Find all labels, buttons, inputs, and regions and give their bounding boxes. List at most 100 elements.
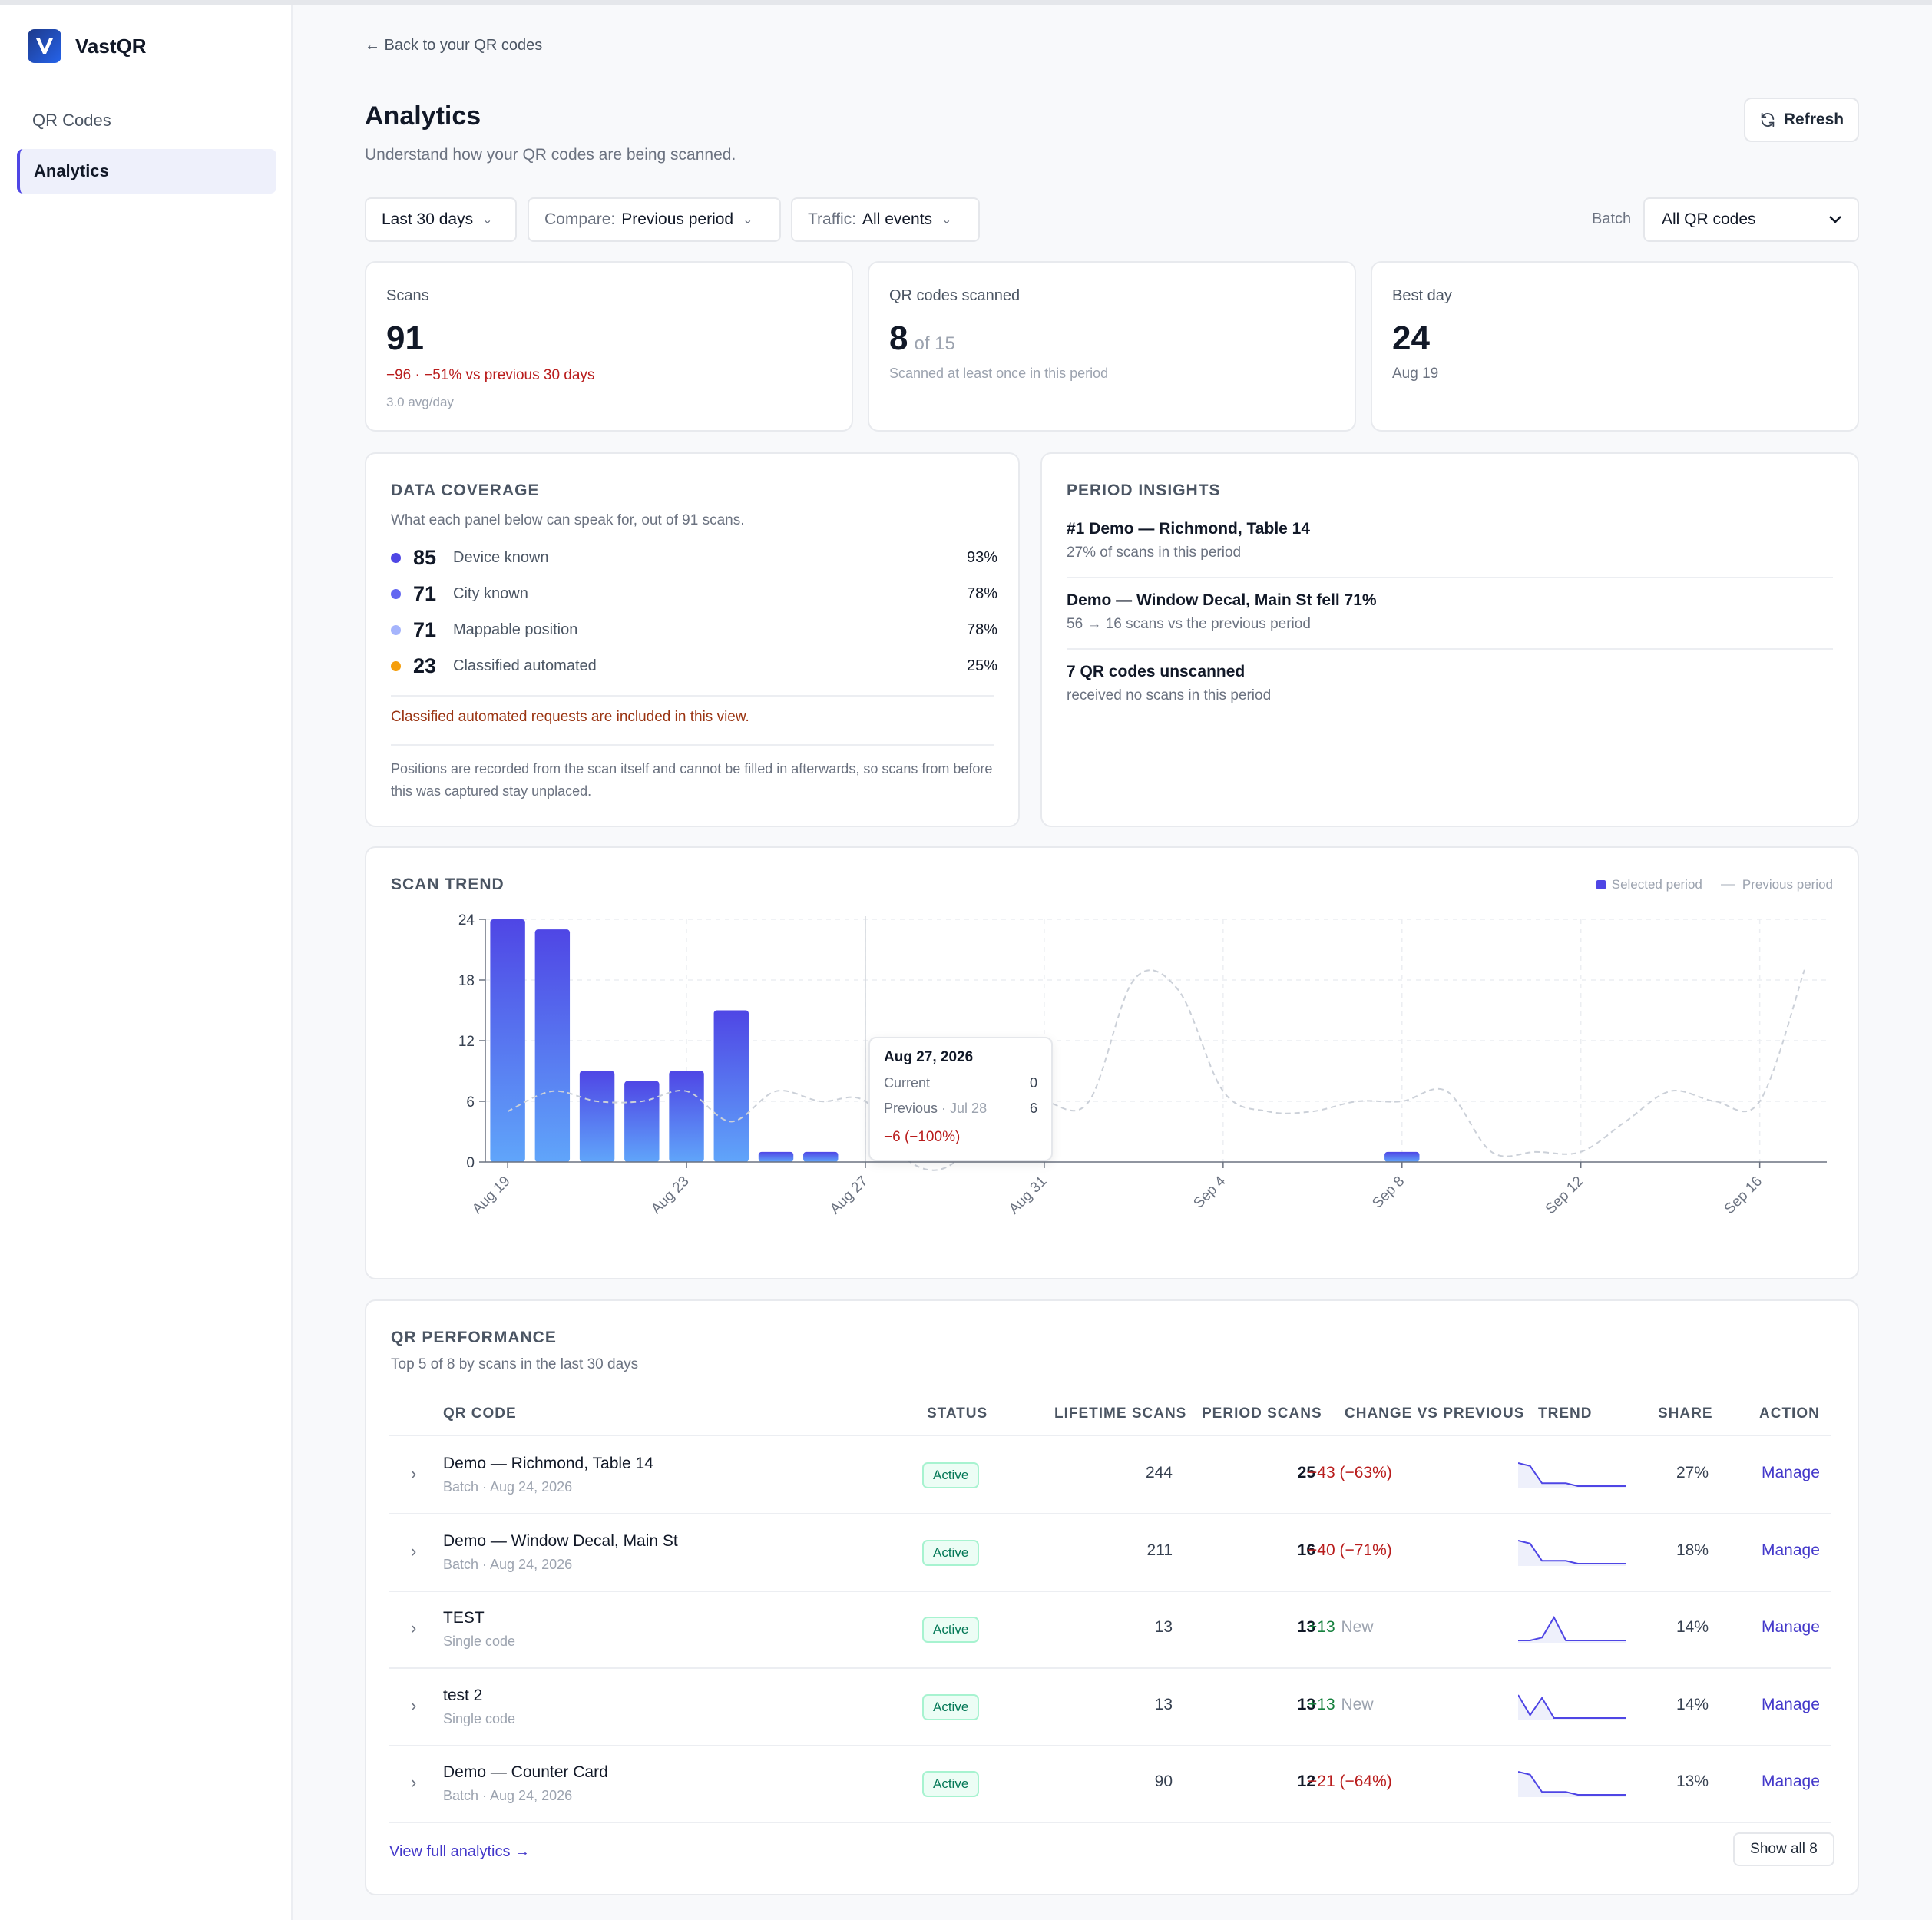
col-header-period-scans: PERIOD SCANS [1202, 1405, 1322, 1422]
show-all-button[interactable]: Show all 8 [1733, 1832, 1834, 1866]
x-tick-label: Sep 16 [1722, 1174, 1765, 1217]
manage-link[interactable]: Manage [1762, 1464, 1820, 1482]
kpi-label: Best day [1392, 287, 1452, 304]
coverage-label: Classified automated [453, 657, 597, 674]
coverage-count: 23 [413, 654, 437, 677]
trend-bar [534, 929, 571, 1162]
trend-bar [669, 1071, 704, 1162]
qr-name[interactable]: TEST [443, 1609, 485, 1627]
change-vs-previous: −40 (−71%) [1308, 1541, 1394, 1560]
col-header-qr-code: QR CODE [443, 1405, 517, 1422]
tooltip-previous-value: 6 [1029, 1101, 1037, 1116]
trend-bar [1384, 1151, 1420, 1162]
status-badge: Active [922, 1617, 980, 1643]
insight-subtitle: 27% of scans in this period [1067, 545, 1242, 561]
qr-name[interactable]: test 2 [443, 1687, 482, 1705]
tooltip-current-value: 0 [1029, 1075, 1037, 1091]
y-tick-label: 0 [466, 1155, 475, 1171]
chevron-right-icon[interactable]: › [411, 1464, 416, 1484]
manage-link[interactable]: Manage [1762, 1773, 1820, 1791]
view-full-analytics-link[interactable]: View full analytics → [389, 1843, 530, 1861]
col-header-status: STATUS [927, 1405, 988, 1422]
qr-name[interactable]: Demo — Counter Card [443, 1763, 608, 1782]
batch-value: All QR codes [1662, 210, 1756, 228]
trend-bar [624, 1081, 660, 1162]
coverage-footnote: Positions are recorded from the scan its… [391, 761, 993, 799]
qr-meta: Batch · Aug 24, 2026 [443, 1788, 573, 1803]
coverage-dot [391, 624, 401, 635]
date-range-select[interactable]: Last 30 days ⌄ [365, 197, 517, 242]
change-vs-previous: −21 (−64%) [1308, 1773, 1394, 1791]
lifetime-scans: 244 [1145, 1464, 1173, 1481]
col-header-lifetime-scans: LIFETIME SCANS [1054, 1405, 1187, 1422]
brand[interactable]: VastQR [28, 29, 147, 63]
insight-subtitle: 56 → 16 scans vs the previous period [1067, 616, 1311, 632]
table-row[interactable]: › Demo — Richmond, Table 14 Batch · Aug … [389, 1436, 1831, 1513]
kpi-date: Aug 19 [1392, 366, 1439, 382]
back-link[interactable]: ← Back to your QR codes [365, 37, 542, 55]
trend-bar [713, 1010, 749, 1162]
table-row[interactable]: › Demo — Window Decal, Main St Batch · A… [389, 1514, 1831, 1591]
sidebar-item-analytics[interactable]: Analytics [17, 149, 276, 194]
trend-sparkline [1518, 1615, 1626, 1643]
traffic-select[interactable]: Traffic: All events ⌄ [791, 197, 980, 242]
change-vs-previous: +13 New [1308, 1618, 1373, 1637]
qr-name[interactable]: Demo — Window Decal, Main St [443, 1532, 678, 1551]
share-percent: 27% [1676, 1464, 1709, 1481]
page-subtitle: Understand how your QR codes are being s… [365, 146, 736, 164]
table-row[interactable]: › test 2 Single code Active 13 13 +13 Ne… [389, 1668, 1831, 1745]
trend-sparkline [1518, 1694, 1626, 1720]
performance-table: QR CODE STATUS LIFETIME SCANS PERIOD SCA… [365, 1299, 1859, 1895]
insight-title: Demo — Window Decal, Main St fell 71% [1067, 591, 1377, 609]
table-row[interactable]: › Demo — Counter Card Batch · Aug 24, 20… [389, 1745, 1831, 1822]
trend-sparkline [1518, 1771, 1626, 1797]
sidebar-item-qr-codes[interactable]: QR Codes [17, 98, 276, 143]
change-new-tag: New [1341, 1696, 1374, 1713]
chevron-right-icon[interactable]: › [411, 1541, 416, 1561]
coverage-percent: 78% [966, 621, 997, 638]
scan-trend-chart[interactable]: 0 6 12 18 24 Aug 19 Aug 23 Aug 27 Aug 31 Sep 4 Sep… [366, 848, 1861, 1281]
kpi-number: 8 [889, 319, 908, 357]
status-badge: Active [922, 1771, 980, 1797]
qr-meta: Single code [443, 1634, 516, 1649]
coverage-subtitle: What each panel below can speak for, out… [391, 512, 745, 528]
qr-name[interactable]: Demo — Richmond, Table 14 [443, 1455, 653, 1473]
chevron-down-icon: ⌄ [482, 214, 493, 227]
automated-warning: Classified automated requests are includ… [391, 709, 749, 725]
chevron-right-icon[interactable]: › [411, 1696, 416, 1716]
y-tick-label: 18 [458, 973, 475, 989]
date-range-value: Last 30 days [382, 210, 474, 228]
coverage-row: 71 Mappable position 78% [391, 614, 997, 645]
compare-select[interactable]: Compare: Previous period ⌄ [528, 197, 781, 242]
x-tick-label: Aug 31 [1006, 1174, 1050, 1217]
vastqr-logo-icon [28, 29, 61, 63]
manage-link[interactable]: Manage [1762, 1541, 1820, 1560]
col-header-action: ACTION [1759, 1405, 1820, 1422]
page-title: Analytics [365, 101, 481, 131]
chevron-right-icon[interactable]: › [411, 1618, 416, 1638]
x-tick-label: Sep 8 [1369, 1174, 1408, 1212]
coverage-row: 71 City known 78% [391, 578, 997, 609]
kpi-note: Scanned at least once in this period [889, 366, 1109, 381]
coverage-percent: 25% [966, 657, 997, 674]
insight-item: #1 Demo — Richmond, Table 14 27% of scan… [1067, 520, 1834, 561]
share-percent: 18% [1676, 1541, 1709, 1559]
trend-sparkline [1518, 1462, 1626, 1488]
status-badge: Active [922, 1540, 980, 1566]
change-value: −21 (−64%) [1308, 1773, 1392, 1790]
chevron-right-icon[interactable]: › [411, 1773, 416, 1793]
chevron-down-icon [1829, 216, 1841, 223]
refresh-button[interactable]: Refresh [1744, 98, 1859, 142]
manage-link[interactable]: Manage [1762, 1696, 1820, 1714]
coverage-count: 85 [413, 545, 437, 569]
col-header-share: SHARE [1658, 1405, 1713, 1422]
batch-select[interactable]: All QR codes [1643, 197, 1859, 242]
compare-value: Previous period [621, 210, 734, 228]
kpi-card-scans: Scans 91 −96 · −51% vs previous 30 days … [365, 261, 853, 432]
qr-meta: Batch · Aug 24, 2026 [443, 1557, 573, 1572]
table-row[interactable]: › TEST Single code Active 13 13 +13 New … [389, 1591, 1831, 1667]
manage-link[interactable]: Manage [1762, 1618, 1820, 1637]
status-badge: Active [922, 1694, 980, 1720]
coverage-label: Mappable position [453, 621, 578, 638]
coverage-label: Device known [453, 548, 549, 566]
